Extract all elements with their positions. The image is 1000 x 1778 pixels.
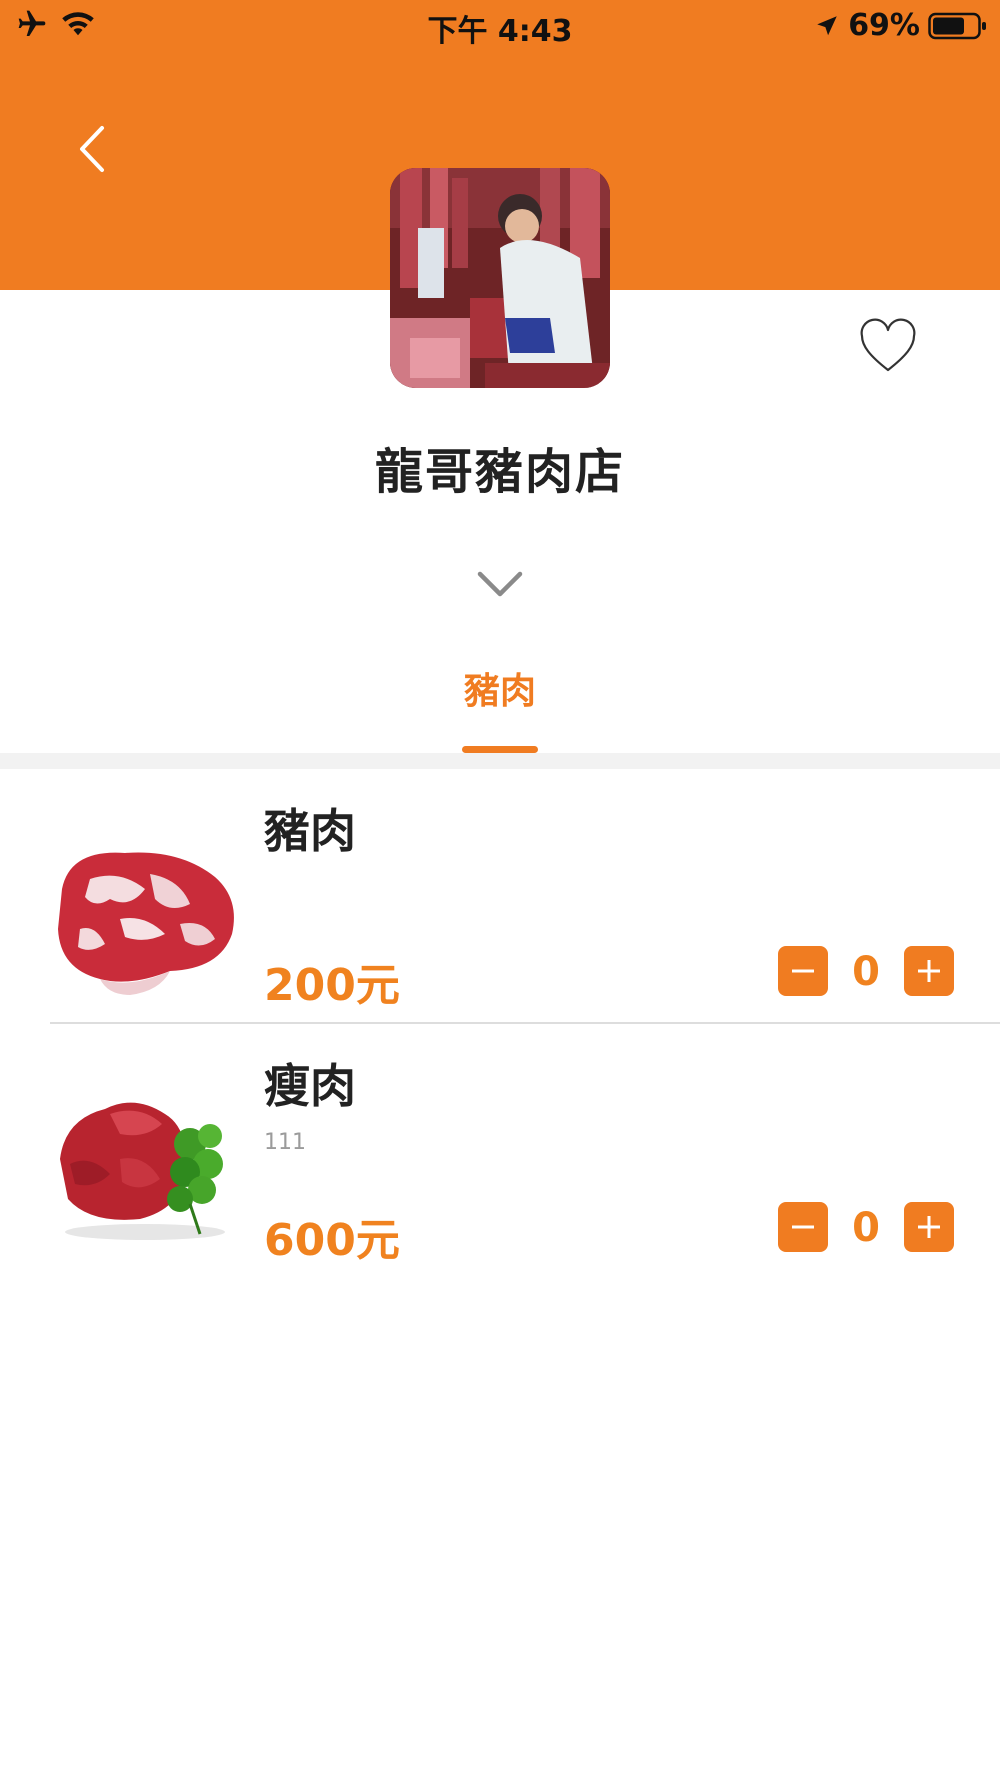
increase-quantity-button[interactable] bbox=[904, 946, 954, 996]
quantity-value: 0 bbox=[852, 1205, 880, 1251]
battery-icon bbox=[928, 12, 986, 39]
minus-icon bbox=[792, 1225, 814, 1229]
plus-icon bbox=[918, 960, 940, 982]
product-price: 200元 bbox=[264, 960, 400, 1011]
minus-icon bbox=[792, 969, 814, 973]
battery-percent: 69% bbox=[848, 8, 920, 43]
decrease-quantity-button[interactable] bbox=[778, 946, 828, 996]
increase-quantity-button[interactable] bbox=[904, 1202, 954, 1252]
lean-meat-image bbox=[60, 1102, 225, 1240]
plus-icon bbox=[918, 1216, 940, 1238]
favorite-button[interactable] bbox=[858, 318, 918, 374]
decrease-quantity-button[interactable] bbox=[778, 1202, 828, 1252]
chevron-down-icon bbox=[477, 571, 523, 597]
product-name: 瘦肉 bbox=[264, 1059, 356, 1113]
status-right: 69% bbox=[814, 8, 988, 43]
product-description: 111 bbox=[264, 1130, 306, 1155]
back-button[interactable] bbox=[70, 122, 116, 176]
status-bar: 下午 4:43 69% bbox=[0, 0, 1000, 50]
pork-steak-image bbox=[58, 852, 234, 995]
expand-info-button[interactable] bbox=[476, 568, 524, 602]
location-arrow-icon bbox=[817, 15, 837, 35]
product-price: 600元 bbox=[264, 1215, 400, 1266]
product-item: 瘦肉 111 600元 0 bbox=[0, 1024, 1000, 1280]
shop-name: 龍哥豬肉店 bbox=[374, 444, 625, 500]
heart-icon bbox=[860, 318, 916, 372]
product-name: 豬肉 bbox=[264, 804, 356, 858]
butcher-photo bbox=[390, 168, 610, 388]
tab-active-indicator bbox=[462, 746, 538, 753]
product-item: 豬肉 200元 0 bbox=[0, 769, 1000, 1025]
section-divider bbox=[0, 753, 1000, 769]
shop-avatar bbox=[390, 168, 610, 388]
quantity-value: 0 bbox=[852, 949, 880, 995]
chevron-left-icon bbox=[80, 126, 104, 172]
tab-pork[interactable]: 豬肉 bbox=[440, 662, 560, 714]
